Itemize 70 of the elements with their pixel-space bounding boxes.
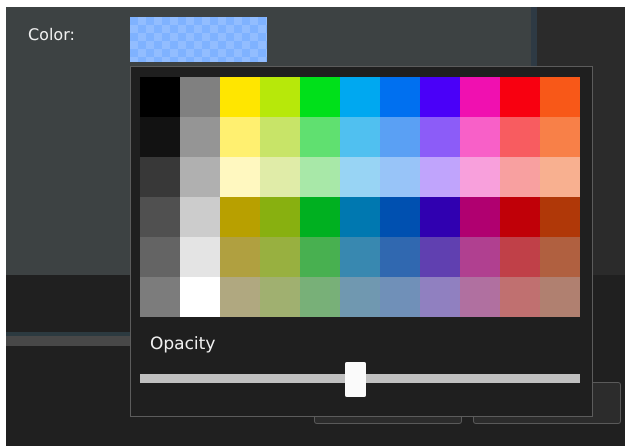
color-swatch-cell[interactable] — [500, 197, 540, 237]
opacity-label: Opacity — [150, 334, 216, 354]
color-swatch-cell[interactable] — [220, 197, 260, 237]
color-swatch-cell[interactable] — [140, 277, 180, 317]
color-swatch-cell[interactable] — [540, 77, 580, 117]
color-swatch-cell[interactable] — [180, 277, 220, 317]
color-swatch-cell[interactable] — [260, 157, 300, 197]
color-swatch-cell[interactable] — [260, 117, 300, 157]
color-swatch-cell[interactable] — [540, 237, 580, 277]
color-swatch-cell[interactable] — [260, 237, 300, 277]
color-swatch-cell[interactable] — [500, 77, 540, 117]
color-swatch-cell[interactable] — [220, 277, 260, 317]
color-swatch-cell[interactable] — [420, 197, 460, 237]
color-swatch-cell[interactable] — [460, 197, 500, 237]
color-swatch-cell[interactable] — [380, 277, 420, 317]
color-swatch-cell[interactable] — [540, 277, 580, 317]
color-swatch-cell[interactable] — [380, 157, 420, 197]
color-swatch-cell[interactable] — [380, 77, 420, 117]
color-swatch-cell[interactable] — [500, 117, 540, 157]
color-swatch-cell[interactable] — [220, 117, 260, 157]
color-swatch-cell[interactable] — [420, 77, 460, 117]
color-swatch-cell[interactable] — [420, 157, 460, 197]
color-swatch-cell[interactable] — [380, 237, 420, 277]
color-swatch-cell[interactable] — [140, 197, 180, 237]
color-swatch-cell[interactable] — [460, 157, 500, 197]
color-swatch[interactable] — [130, 17, 267, 62]
color-swatch-cell[interactable] — [260, 277, 300, 317]
color-swatch-cell[interactable] — [260, 197, 300, 237]
color-swatch-cell[interactable] — [220, 77, 260, 117]
color-swatch-cell[interactable] — [180, 77, 220, 117]
color-swatch-cell[interactable] — [140, 77, 180, 117]
color-swatch-cell[interactable] — [180, 237, 220, 277]
color-swatch-cell[interactable] — [300, 277, 340, 317]
color-swatch-cell[interactable] — [300, 237, 340, 277]
color-swatch-cell[interactable] — [140, 237, 180, 277]
color-label: Color: — [28, 25, 76, 44]
color-swatch-cell[interactable] — [300, 77, 340, 117]
color-swatch-cell[interactable] — [500, 237, 540, 277]
opacity-slider-thumb[interactable] — [345, 362, 366, 397]
color-swatch-cell[interactable] — [300, 197, 340, 237]
color-swatch-cell[interactable] — [180, 157, 220, 197]
color-swatch-cell[interactable] — [500, 277, 540, 317]
color-swatch-cell[interactable] — [460, 77, 500, 117]
color-swatch-cell[interactable] — [540, 157, 580, 197]
color-swatch-cell[interactable] — [340, 117, 380, 157]
color-swatch-cell[interactable] — [340, 77, 380, 117]
color-swatch-cell[interactable] — [180, 117, 220, 157]
color-swatch-cell[interactable] — [540, 197, 580, 237]
color-swatch-cell[interactable] — [180, 197, 220, 237]
color-swatch-cell[interactable] — [140, 157, 180, 197]
color-swatch-cell[interactable] — [220, 157, 260, 197]
color-swatch-cell[interactable] — [380, 197, 420, 237]
color-swatch-cell[interactable] — [300, 157, 340, 197]
color-swatch-cell[interactable] — [340, 237, 380, 277]
color-swatch-cell[interactable] — [500, 157, 540, 197]
color-swatch-cell[interactable] — [300, 117, 340, 157]
color-swatch-cell[interactable] — [420, 277, 460, 317]
color-swatch-cell[interactable] — [460, 277, 500, 317]
color-swatch-cell[interactable] — [420, 117, 460, 157]
color-swatch-cell[interactable] — [340, 277, 380, 317]
color-swatch-cell[interactable] — [420, 237, 460, 277]
color-swatch-cell[interactable] — [340, 157, 380, 197]
color-swatch-cell[interactable] — [540, 117, 580, 157]
color-swatch-cell[interactable] — [140, 117, 180, 157]
color-swatch-cell[interactable] — [340, 197, 380, 237]
color-swatch-cell[interactable] — [380, 117, 420, 157]
color-swatch-cell[interactable] — [460, 237, 500, 277]
color-swatch-cell[interactable] — [460, 117, 500, 157]
color-swatch-cell[interactable] — [260, 77, 300, 117]
color-swatch-cell[interactable] — [220, 237, 260, 277]
